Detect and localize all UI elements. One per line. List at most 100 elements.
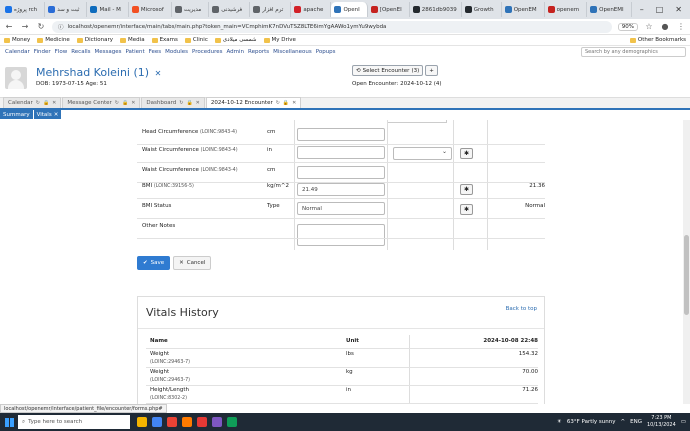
- menu-item-calendar[interactable]: Calendar: [5, 49, 30, 55]
- browser-tab[interactable]: openem: [545, 2, 588, 17]
- close-patient-icon[interactable]: ✕: [155, 69, 162, 78]
- close-subtab-icon[interactable]: ✕: [54, 112, 59, 118]
- patient-name-text[interactable]: Mehrshad Koleini: [36, 66, 130, 79]
- taskbar-app-icon[interactable]: [227, 417, 237, 427]
- vital-input[interactable]: [297, 128, 385, 141]
- browser-tab[interactable]: OpenEMI: [587, 2, 632, 17]
- vital-action-button[interactable]: ✱: [460, 148, 473, 159]
- menu-item-recalls[interactable]: Recalls: [71, 49, 90, 55]
- back-to-top-link[interactable]: Back to top: [506, 306, 537, 312]
- menu-item-miscellaneous[interactable]: Miscellaneous: [273, 49, 312, 55]
- forward-icon[interactable]: →: [20, 22, 30, 31]
- vital-action-button[interactable]: ✱: [460, 204, 473, 215]
- bookmark-item[interactable]: My Drive: [263, 37, 296, 43]
- vital-action-button[interactable]: ✱: [460, 184, 473, 195]
- browser-tab[interactable]: Growth: [462, 2, 502, 17]
- taskbar-app-icon[interactable]: [182, 417, 192, 427]
- vital-input[interactable]: 21.49: [297, 183, 385, 196]
- browser-tab[interactable]: [OpenEI: [368, 2, 410, 17]
- app-tab[interactable]: Dashboard ↻ 🔒 ✕: [141, 97, 205, 108]
- browser-tab[interactable]: 2861db9039: [410, 2, 462, 17]
- language-indicator[interactable]: ENG: [630, 419, 642, 425]
- bookmark-item[interactable]: Dictionary: [76, 37, 113, 43]
- menu-item-messages[interactable]: Messages: [95, 49, 122, 55]
- other-bookmarks[interactable]: Other Bookmarks: [629, 37, 686, 43]
- taskbar-app-icon[interactable]: [197, 417, 207, 427]
- patient-name[interactable]: Mehrshad Koleini (1) ✕: [36, 66, 161, 79]
- save-button[interactable]: ✔ Save: [137, 256, 171, 270]
- weather-text[interactable]: 63°F Partly sunny: [567, 419, 616, 425]
- new-encounter-button[interactable]: +: [425, 65, 438, 76]
- browser-tab[interactable]: apache: [291, 2, 332, 17]
- subtab-summary[interactable]: Summary: [0, 110, 33, 119]
- windows-start-icon[interactable]: [0, 413, 18, 431]
- lock-icon[interactable]: 🔒: [283, 100, 289, 106]
- close-tab-icon[interactable]: ✕: [131, 100, 135, 106]
- bookmark-item[interactable]: Money: [4, 37, 30, 43]
- back-icon[interactable]: ←: [4, 22, 14, 31]
- close-tab-icon[interactable]: ✕: [52, 100, 56, 106]
- scrollbar-thumb[interactable]: [684, 235, 689, 315]
- taskbar-app-icon[interactable]: [152, 417, 162, 427]
- url-field[interactable]: ⓘ localhost/openemr/interface/main/tabs/…: [52, 20, 612, 33]
- vital-input[interactable]: [297, 146, 385, 159]
- menu-item-popups[interactable]: Popups: [316, 49, 336, 55]
- browser-tab[interactable]: ثبت و سد: [45, 2, 88, 17]
- star-icon[interactable]: ☆: [644, 22, 654, 31]
- vital-select[interactable]: ⌄: [393, 147, 452, 160]
- close-window-button[interactable]: ✕: [675, 5, 682, 14]
- browser-tab[interactable]: OpenEM: [502, 2, 545, 17]
- bookmark-item[interactable]: Medicine: [37, 37, 70, 43]
- page-scrollbar[interactable]: [683, 120, 690, 404]
- lock-icon[interactable]: 🔒: [122, 100, 128, 106]
- tray-chevron-icon[interactable]: ^: [621, 419, 626, 425]
- browser-tab[interactable]: Microsof: [129, 2, 172, 17]
- browser-tab[interactable]: ترم افزار: [250, 2, 292, 17]
- vital-input[interactable]: Normal: [297, 202, 385, 215]
- refresh-icon[interactable]: ↻: [179, 100, 183, 106]
- menu-item-procedures[interactable]: Procedures: [192, 49, 223, 55]
- subtab-vitals[interactable]: Vitals ✕: [33, 110, 62, 119]
- app-tab[interactable]: Calendar ↻ 🔒 ✕: [3, 97, 62, 108]
- maximize-button[interactable]: □: [656, 5, 664, 14]
- reload-icon[interactable]: ↻: [36, 22, 46, 31]
- lock-icon[interactable]: 🔒: [186, 100, 192, 106]
- close-tab-icon[interactable]: ✕: [292, 100, 296, 106]
- menu-item-modules[interactable]: Modules: [165, 49, 188, 55]
- patient-search-input[interactable]: [581, 47, 686, 57]
- refresh-icon[interactable]: ↻: [115, 100, 119, 106]
- cancel-button[interactable]: ✕ Cancel: [173, 256, 212, 270]
- lock-icon[interactable]: 🔒: [43, 100, 49, 106]
- clock[interactable]: 7:23 PM 10/13/2024: [647, 415, 676, 429]
- other-notes-textarea[interactable]: [297, 224, 385, 246]
- bookmark-item[interactable]: Media: [120, 37, 145, 43]
- browser-tab[interactable]: Mail - M: [87, 2, 129, 17]
- bookmark-item[interactable]: Clinic: [184, 37, 208, 43]
- browser-tab[interactable]: فرشیدنی: [209, 2, 251, 17]
- minimize-button[interactable]: –: [640, 5, 644, 14]
- taskbar-app-icon[interactable]: [137, 417, 147, 427]
- menu-item-reports[interactable]: Reports: [248, 49, 269, 55]
- browser-tab[interactable]: مدیریت: [172, 2, 210, 17]
- refresh-icon[interactable]: ↻: [276, 100, 280, 106]
- menu-item-finder[interactable]: Finder: [34, 49, 51, 55]
- menu-item-fees[interactable]: Fees: [149, 49, 162, 55]
- browser-tab[interactable]: OpenI: [331, 2, 368, 17]
- menu-icon[interactable]: ⋮: [676, 22, 686, 31]
- notification-icon[interactable]: ▭: [681, 419, 686, 425]
- bookmark-item[interactable]: Exams: [151, 37, 178, 43]
- app-tab[interactable]: 2024-10-12 Encounter ↻ 🔒 ✕: [205, 97, 302, 108]
- profile-icon[interactable]: ●: [660, 22, 670, 31]
- menu-item-flow[interactable]: Flow: [55, 49, 68, 55]
- vital-input[interactable]: [297, 166, 385, 179]
- select-encounter-button[interactable]: ⟲ Select Encounter (3): [352, 65, 424, 76]
- menu-item-patient[interactable]: Patient: [125, 49, 144, 55]
- zoom-indicator[interactable]: 90%: [617, 22, 638, 31]
- app-tab[interactable]: Message Center ↻ 🔒 ✕: [62, 97, 141, 108]
- taskbar-search[interactable]: ⌕ Type here to search: [18, 415, 130, 429]
- browser-tab[interactable]: پروژه rch: [2, 2, 46, 17]
- menu-item-admin[interactable]: Admin: [227, 49, 245, 55]
- site-info-icon[interactable]: ⓘ: [58, 23, 64, 31]
- refresh-icon[interactable]: ↻: [36, 100, 40, 106]
- taskbar-app-icon[interactable]: [167, 417, 177, 427]
